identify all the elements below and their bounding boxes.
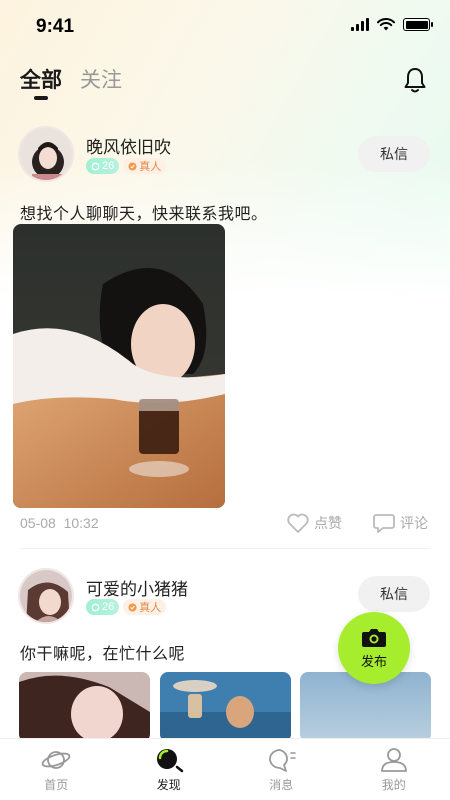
chat-bubble-icon	[91, 162, 100, 170]
verified-icon	[128, 602, 137, 612]
age-badge: 26	[86, 158, 120, 174]
tab-following[interactable]: 关注	[80, 64, 122, 94]
message-button[interactable]: 私信	[358, 576, 430, 612]
verified-icon	[128, 161, 137, 171]
verified-label: 真人	[139, 602, 162, 614]
bottom-tabbar: 首页 发现 消息 我的	[0, 738, 450, 800]
comment-button[interactable]: 评论	[372, 512, 428, 534]
verified-label: 真人	[139, 161, 162, 173]
like-button[interactable]: 点赞	[286, 512, 342, 534]
age-value: 26	[102, 160, 115, 172]
like-label: 点赞	[314, 515, 342, 531]
divider	[20, 548, 430, 549]
post-photo[interactable]	[13, 224, 225, 508]
status-bar: 9:41	[0, 0, 450, 50]
heart-icon	[287, 513, 309, 533]
verified-badge: 真人	[123, 599, 167, 615]
comment-label: 评论	[400, 515, 428, 531]
age-value: 26	[102, 601, 115, 613]
tabbar-item-discover[interactable]: 发现	[113, 739, 226, 800]
avatar[interactable]	[18, 568, 74, 624]
status-icons	[351, 18, 433, 31]
post-photo[interactable]	[19, 672, 150, 742]
profile-icon	[380, 748, 407, 772]
post-date: 05-08	[20, 515, 56, 531]
post-datetime: 05-08 10:32	[20, 515, 99, 531]
discover-icon	[156, 749, 183, 773]
battery-icon	[403, 18, 433, 31]
tabbar-item-home[interactable]: 首页	[0, 739, 113, 800]
tab-all[interactable]: 全部	[20, 64, 62, 94]
planet-icon	[41, 751, 71, 769]
wifi-icon	[377, 18, 395, 31]
feed-tabs: 全部 关注	[20, 64, 122, 94]
message-icon	[269, 749, 297, 772]
avatar[interactable]	[18, 126, 74, 182]
tabbar-item-profile[interactable]: 我的	[338, 739, 450, 800]
verified-badge: 真人	[123, 158, 167, 174]
post-text: 你干嘛呢，在忙什么呢	[20, 646, 186, 663]
tab-indicator	[34, 96, 48, 100]
post-text: 想找个人聊聊天，快来联系我吧。	[20, 206, 268, 223]
tabbar-item-messages[interactable]: 消息	[225, 739, 338, 800]
username[interactable]: 可爱的小猪猪	[86, 575, 188, 600]
bell-icon[interactable]	[402, 66, 428, 94]
tabbar-label: 我的	[381, 778, 406, 792]
message-button[interactable]: 私信	[358, 136, 430, 172]
tabbar-label: 首页	[44, 778, 69, 792]
post-time: 10:32	[63, 515, 99, 531]
post-photo[interactable]	[160, 672, 291, 742]
signal-icon	[351, 18, 369, 31]
camera-icon	[362, 628, 386, 647]
status-time: 9:41	[36, 16, 75, 37]
comment-icon	[373, 514, 395, 533]
tabbar-label: 发现	[156, 778, 181, 792]
publish-button[interactable]: 发布	[338, 612, 410, 684]
age-badge: 26	[86, 599, 120, 615]
chat-bubble-icon	[91, 603, 100, 611]
user-badges: 26 真人	[86, 599, 167, 615]
tabbar-label: 消息	[269, 778, 294, 792]
publish-label: 发布	[360, 653, 387, 669]
user-badges: 26 真人	[86, 158, 167, 174]
username[interactable]: 晚风依旧吹	[86, 133, 171, 158]
